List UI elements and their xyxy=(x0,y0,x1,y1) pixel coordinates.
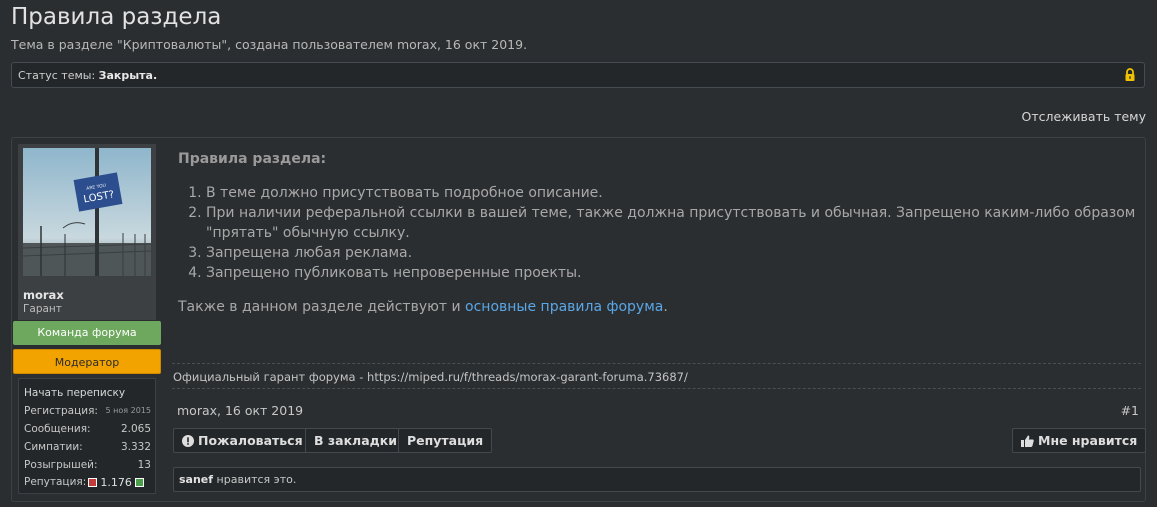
signature-divider xyxy=(172,363,1141,364)
thumbs-up-icon xyxy=(1021,435,1034,447)
report-label: Пожаловаться xyxy=(198,433,303,448)
likes-suffix: нравится это. xyxy=(213,473,297,486)
also-prefix: Также в данном разделе действуют и xyxy=(178,299,466,315)
reputation-plus-icon[interactable] xyxy=(135,478,145,487)
user-stats: Начать переписку Регистрация: 5 ноя 2015… xyxy=(18,378,156,494)
team-badge: Команда форума xyxy=(13,321,161,345)
stat-key: Регистрация: xyxy=(24,405,98,417)
stat-key: Симпатии: xyxy=(24,441,83,453)
status-value: Закрыта. xyxy=(98,69,158,82)
stat-giveaways: Розыгрышей: 13 xyxy=(24,459,151,473)
report-button[interactable]: Пожаловаться xyxy=(173,428,312,453)
stat-reputation: Репутация: 1.176 xyxy=(24,476,151,490)
rule-item: При наличии реферальной ссылки в вашей т… xyxy=(206,203,1157,243)
start-conversation-link[interactable]: Начать переписку xyxy=(24,387,125,399)
stat-value: 13 xyxy=(137,459,151,471)
reputation-value: 1.176 xyxy=(100,476,132,489)
reputation-minus-icon[interactable] xyxy=(88,478,97,487)
thread-subtitle: Тема в разделе "Криптовалюты", создана п… xyxy=(11,37,528,52)
user-avatar[interactable]: ARE YOU LOST? xyxy=(23,148,151,276)
stat-key: Репутация: xyxy=(24,476,87,488)
reputation-button[interactable]: Репутация xyxy=(398,428,493,453)
stat-value[interactable]: 2.065 xyxy=(121,423,151,435)
like-label: Мне нравится xyxy=(1038,433,1138,448)
post-number-link[interactable]: #1 xyxy=(1121,403,1139,418)
status-text: Статус темы: Закрыта. xyxy=(18,69,157,82)
forum-rules-link[interactable]: основные правила форума xyxy=(465,299,663,315)
thread-status-bar: Статус темы: Закрыта. xyxy=(11,62,1145,88)
likes-summary: sanef нравится это. xyxy=(173,467,1141,492)
stat-value: 5 ноя 2015 xyxy=(105,406,151,415)
stat-key: Розыгрышей: xyxy=(24,459,98,471)
bookmark-button[interactable]: В закладки xyxy=(305,428,406,453)
rules-list: В теме должно присутствовать подробное о… xyxy=(178,183,1157,283)
lock-icon xyxy=(1125,68,1135,81)
moderator-badge: Модератор xyxy=(13,349,161,374)
post-author-date[interactable]: morax, 16 окт 2019 xyxy=(177,403,303,418)
like-button[interactable]: Мне нравится xyxy=(1012,428,1147,453)
page-title: Правила раздела xyxy=(11,4,222,30)
stat-messages: Сообщения: 2.065 xyxy=(24,423,151,437)
watch-thread-link[interactable]: Отслеживать тему xyxy=(1021,109,1146,124)
rule-item: В теме должно присутствовать подробное о… xyxy=(206,183,1157,203)
signature: Официальный гарант форума - https://mipe… xyxy=(173,370,688,384)
stat-value: 3.332 xyxy=(120,441,151,453)
post-container: ARE YOU LOST? morax Гарант Команда форум… xyxy=(11,137,1147,502)
stat-key: Сообщения: xyxy=(24,423,91,435)
rule-item: Запрещено публиковать непроверенные прое… xyxy=(206,263,1157,283)
alert-icon xyxy=(182,435,194,447)
user-title: Гарант xyxy=(23,303,62,315)
reputation-control: 1.176 xyxy=(88,476,145,489)
liker-username[interactable]: sanef xyxy=(179,473,213,486)
meta-divider xyxy=(172,388,1141,389)
username[interactable]: morax xyxy=(23,288,64,302)
status-label: Статус темы: xyxy=(18,69,96,82)
stat-registration: Регистрация: 5 ноя 2015 xyxy=(24,405,151,419)
also-suffix: . xyxy=(663,299,668,315)
stat-likes: Симпатии: 3.332 xyxy=(24,441,151,455)
rule-item: Запрещена любая реклама. xyxy=(206,243,1157,263)
post-heading: Правила раздела: xyxy=(178,151,327,167)
also-text: Также в данном разделе действуют и основ… xyxy=(178,299,668,315)
